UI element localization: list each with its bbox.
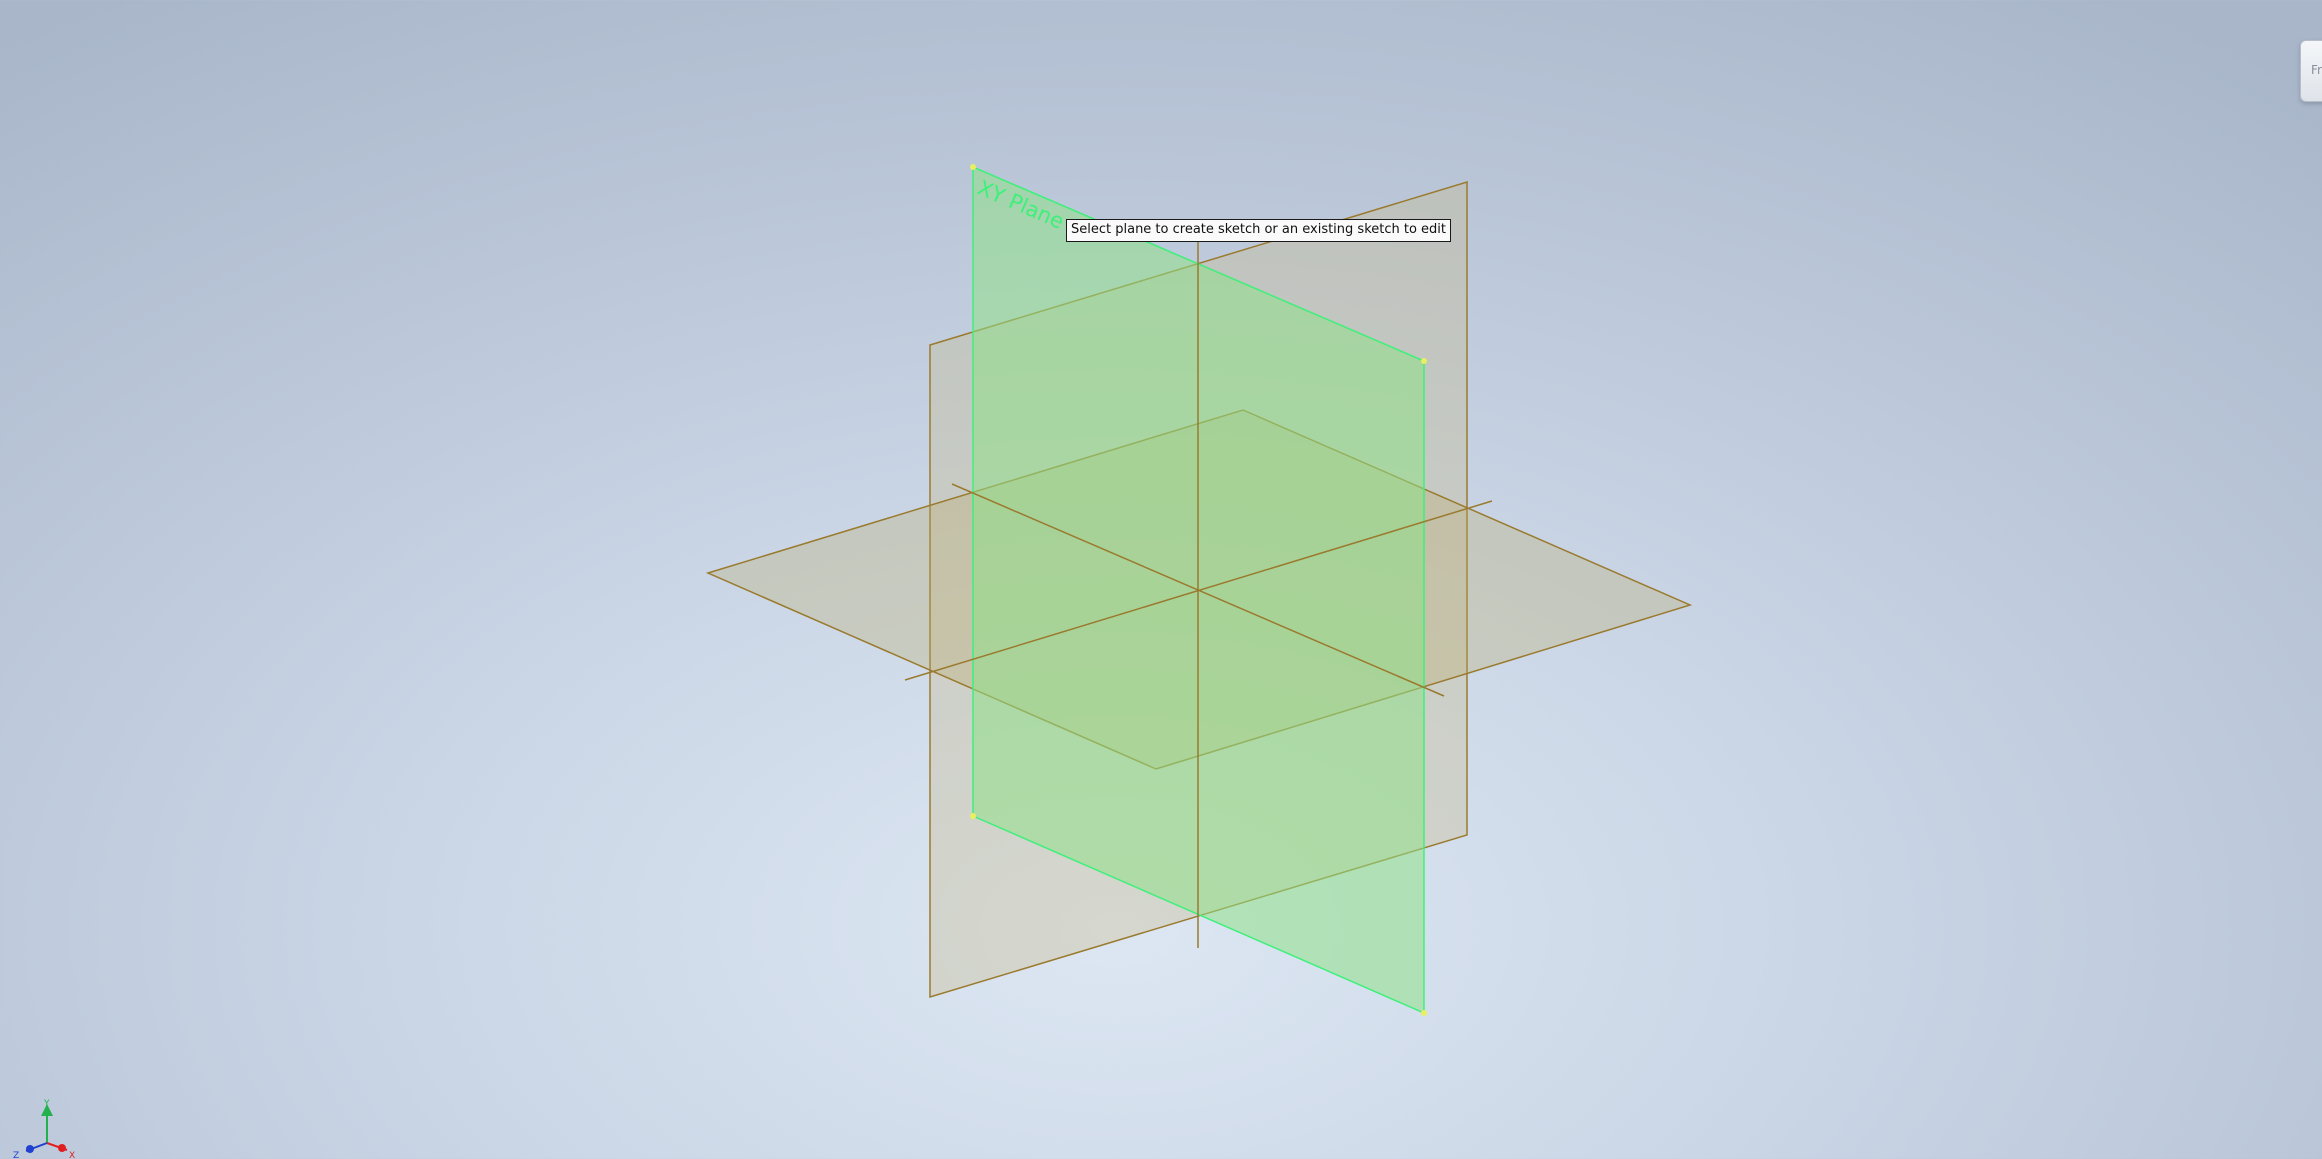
triad-x-label: X bbox=[69, 1151, 75, 1158]
xy-plane-grip bbox=[970, 813, 976, 819]
triad-z-label: Z bbox=[13, 1151, 19, 1158]
graphics-window[interactable]: XY Plane Select plane to create sketch o… bbox=[0, 0, 2322, 1159]
triad-y-label: Y bbox=[43, 1099, 50, 1109]
origin-planes-scene[interactable]: XY Plane bbox=[0, 0, 2322, 1159]
viewcube[interactable]: Fr bbox=[2300, 40, 2322, 102]
xy-plane-grip bbox=[1421, 1010, 1427, 1016]
xy-plane-grip bbox=[1421, 358, 1427, 364]
xy-plane-grip bbox=[970, 164, 976, 170]
selection-tooltip: Select plane to create sketch or an exis… bbox=[1066, 219, 1452, 242]
coordinate-triad-icon: Y X Z bbox=[13, 1099, 75, 1158]
viewcube-face-label: Fr bbox=[2311, 63, 2322, 77]
